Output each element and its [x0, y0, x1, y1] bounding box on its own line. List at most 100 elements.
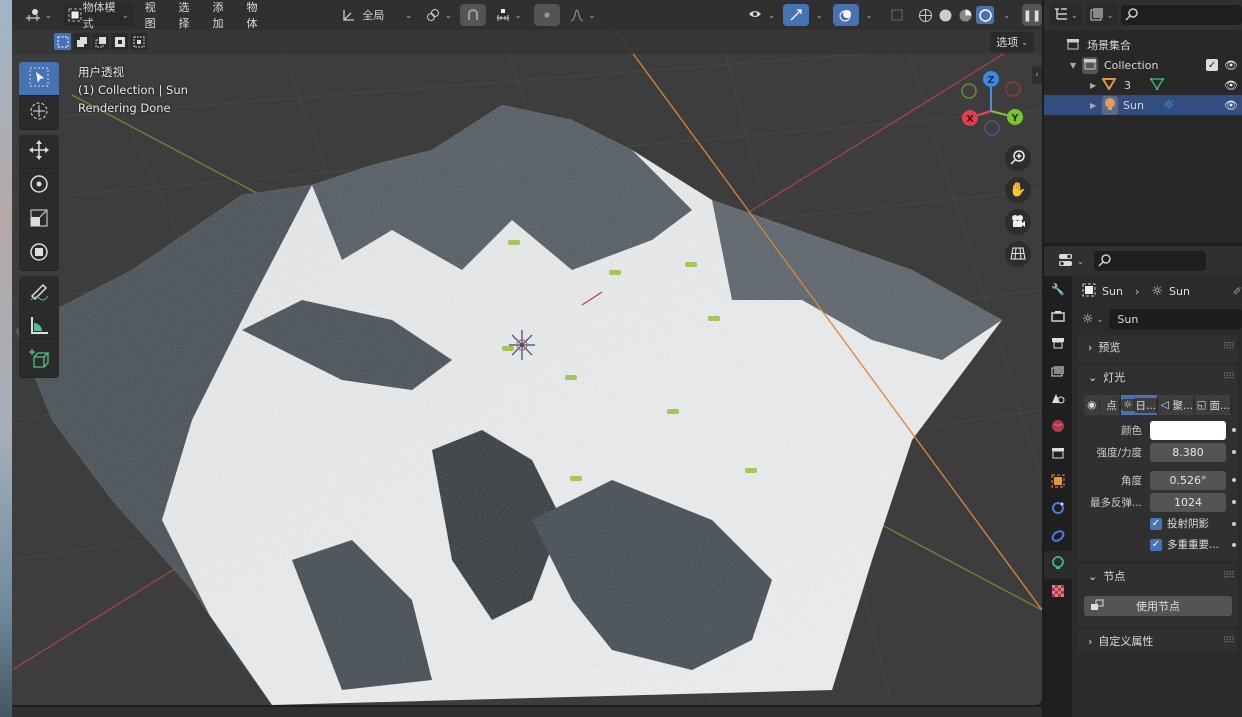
- editor-type-button[interactable]: ⌄: [20, 4, 56, 26]
- expand-triangle-icon[interactable]: ▼: [1070, 61, 1082, 70]
- visibility-dropdown[interactable]: ⌄: [743, 4, 779, 26]
- tab-object[interactable]: [1044, 469, 1072, 497]
- tool-measure[interactable]: [19, 310, 59, 344]
- xray-toggle[interactable]: [884, 4, 910, 26]
- pivot-point-dropdown[interactable]: ⌄: [420, 4, 456, 26]
- outliner-search[interactable]: [1121, 5, 1242, 25]
- tool-transform[interactable]: [19, 237, 59, 271]
- keyframe-dot[interactable]: [1232, 450, 1236, 454]
- tab-view-layer[interactable]: [1044, 359, 1072, 387]
- gizmo-dropdown[interactable]: ⌄: [816, 11, 823, 20]
- keyframe-dot[interactable]: [1232, 478, 1236, 482]
- sidebar-collapse-tab[interactable]: ‹: [1032, 66, 1042, 84]
- eye-icon[interactable]: 👁: [1224, 79, 1238, 92]
- properties-search-input[interactable]: [1111, 253, 1192, 269]
- select-new-icon[interactable]: [54, 33, 71, 50]
- tool-rotate[interactable]: [19, 169, 59, 203]
- light-type-spot[interactable]: ◁ 聚...: [1158, 395, 1195, 415]
- outliner-scene-collection[interactable]: 场景集合: [1044, 35, 1242, 55]
- shading-dropdown[interactable]: ⌄: [1003, 11, 1010, 20]
- tab-physics[interactable]: [1044, 496, 1072, 524]
- menu-view[interactable]: 视图: [137, 0, 167, 31]
- ortho-toggle-button[interactable]: [1005, 241, 1031, 267]
- pin-icon[interactable]: ✐: [1233, 285, 1242, 298]
- outliner-row-sun[interactable]: ▶ Sun ☼ 👁: [1044, 95, 1242, 115]
- panel-nodes-header[interactable]: ⌄ 节点 ⠿⠿: [1078, 564, 1238, 588]
- falloff-dropdown[interactable]: ⌄: [564, 4, 600, 26]
- tab-render[interactable]: [1044, 304, 1072, 332]
- tab-light-data[interactable]: [1044, 551, 1072, 579]
- light-browse-button[interactable]: ☼ ⌄: [1080, 308, 1105, 330]
- panel-preview-header[interactable]: › 预览 ⠿⠿: [1078, 335, 1238, 359]
- cast-shadow-checkbox[interactable]: ✓: [1150, 517, 1162, 530]
- tool-cursor[interactable]: [19, 96, 59, 130]
- material-shading-icon[interactable]: [956, 6, 974, 24]
- tab-collection[interactable]: [1044, 441, 1072, 469]
- max-bounces-field[interactable]: 1024: [1150, 492, 1226, 512]
- light-type-area[interactable]: ◱ 面...: [1195, 395, 1232, 415]
- expand-triangle-icon[interactable]: ▶: [1090, 81, 1102, 90]
- select-invert-icon[interactable]: [111, 33, 128, 50]
- navigation-gizmo[interactable]: Z X Y: [954, 68, 1024, 138]
- overlays-toggle[interactable]: [832, 4, 859, 26]
- select-subtract-icon[interactable]: [92, 33, 109, 50]
- keyframe-dot[interactable]: [1232, 521, 1236, 526]
- snap-target-dropdown[interactable]: ⌄: [490, 4, 526, 26]
- strength-field[interactable]: 8.380: [1150, 442, 1226, 462]
- tab-output[interactable]: [1044, 331, 1072, 359]
- exclude-checkbox[interactable]: ✓: [1206, 59, 1219, 71]
- wireframe-shading-icon[interactable]: [916, 6, 934, 24]
- tab-world[interactable]: [1044, 414, 1072, 442]
- color-swatch[interactable]: [1150, 420, 1226, 440]
- select-intersect-icon[interactable]: [130, 33, 147, 50]
- panel-custom-properties-header[interactable]: › 自定义属性 ⠿⠿: [1078, 629, 1238, 653]
- keyframe-dot[interactable]: [1232, 500, 1236, 504]
- pan-button[interactable]: ✋: [1005, 177, 1031, 203]
- menu-object[interactable]: 物体: [238, 0, 268, 31]
- outliner-search-input[interactable]: [1139, 7, 1220, 23]
- solid-shading-icon[interactable]: [936, 6, 954, 24]
- 3d-viewport[interactable]: ⌄ 物体模式 ⌄ 视图 选择 添加 物体 全局 ⌄ ⌄ ⌄ ⌄ ⌄ ⌄ ⌄ ⌄ …: [12, 0, 1042, 705]
- keyframe-dot[interactable]: [1232, 542, 1236, 547]
- rendered-shading-icon[interactable]: [976, 6, 995, 24]
- tab-constraints[interactable]: [1044, 524, 1072, 552]
- pause-render-button[interactable]: ❚❚: [1022, 4, 1042, 26]
- proportional-editing-toggle[interactable]: [533, 4, 560, 26]
- eye-icon[interactable]: 👁: [1224, 99, 1238, 112]
- tool-select-box[interactable]: [19, 62, 59, 96]
- drag-grip-icon[interactable]: ⠿⠿: [1223, 372, 1235, 382]
- select-extend-icon[interactable]: [73, 33, 90, 50]
- camera-view-button[interactable]: [1005, 209, 1031, 235]
- tab-texture[interactable]: [1044, 579, 1072, 607]
- tab-scene[interactable]: [1044, 386, 1072, 414]
- display-mode-dropdown[interactable]: ⌄: [1085, 4, 1118, 26]
- light-type-sun[interactable]: ☼ 日...: [1121, 395, 1158, 415]
- angle-field[interactable]: 0.526°: [1150, 470, 1226, 490]
- outliner-row-mesh[interactable]: ▶ 3 👁: [1044, 75, 1242, 95]
- keyframe-dot[interactable]: [1232, 428, 1236, 432]
- mode-dropdown[interactable]: 物体模式 ⌄: [63, 1, 133, 30]
- outliner-editor-type[interactable]: ⌄: [1050, 4, 1082, 26]
- tool-move[interactable]: [19, 135, 59, 169]
- menu-select[interactable]: 选择: [171, 0, 201, 31]
- drag-grip-icon[interactable]: ⠿⠿: [1223, 636, 1235, 646]
- tool-scale[interactable]: [19, 203, 59, 237]
- properties-search[interactable]: [1093, 251, 1206, 271]
- multiple-importance-checkbox[interactable]: ✓: [1150, 538, 1162, 551]
- eye-icon[interactable]: 👁: [1224, 59, 1238, 72]
- snap-toggle[interactable]: [459, 4, 486, 26]
- outliner-row-collection[interactable]: ▼ Collection ✓ 👁: [1044, 55, 1242, 75]
- drag-grip-icon[interactable]: ⠿⠿: [1223, 571, 1235, 581]
- overlays-dropdown[interactable]: ⌄: [866, 11, 873, 20]
- zoom-button[interactable]: [1005, 145, 1031, 171]
- tab-tool[interactable]: 🔧: [1044, 276, 1072, 304]
- tool-add-cube[interactable]: [19, 344, 59, 378]
- expand-triangle-icon[interactable]: ▶: [1090, 101, 1102, 110]
- drag-grip-icon[interactable]: ⠿⠿: [1223, 342, 1235, 352]
- transform-orientation-dropdown[interactable]: 全局 ⌄: [336, 4, 416, 26]
- use-nodes-button[interactable]: 使用节点: [1084, 596, 1232, 616]
- gizmo-toggle[interactable]: [782, 4, 809, 26]
- menu-add[interactable]: 添加: [204, 0, 234, 31]
- properties-editor-type[interactable]: ⌄: [1054, 250, 1088, 272]
- panel-light-header[interactable]: ⌄ 灯光 ⠿⠿: [1078, 365, 1238, 389]
